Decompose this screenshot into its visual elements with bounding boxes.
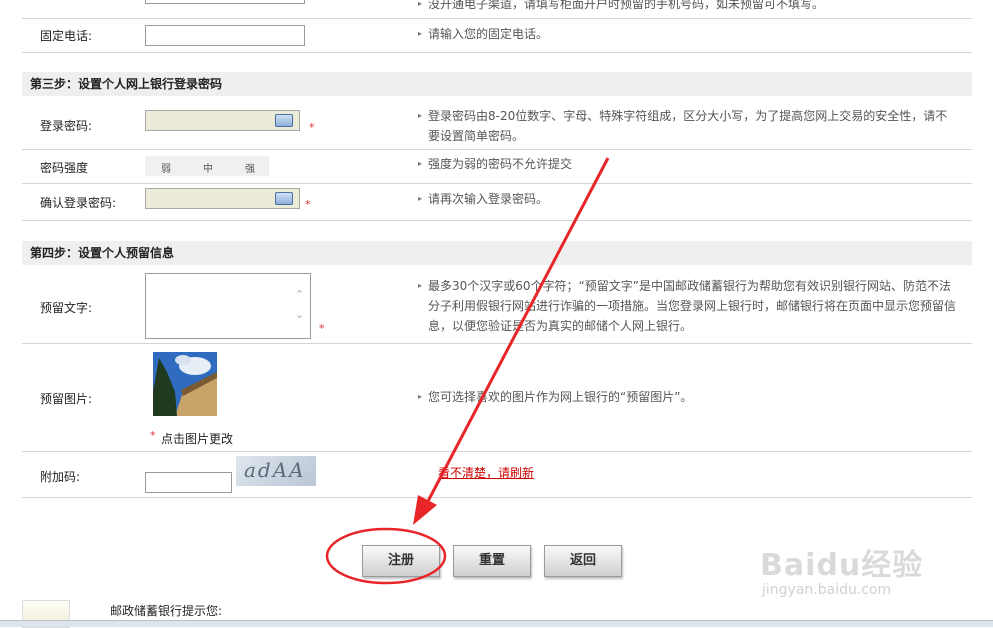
annotation-arrow-line	[424, 157, 610, 506]
annotation-circle	[325, 527, 447, 585]
annotation-overlay	[325, 157, 610, 585]
annotation-arrow-head	[413, 495, 437, 525]
watermark-url: jingyan.baidu.com	[762, 582, 892, 598]
notice-title: 邮政储蓄银行提示您:	[110, 604, 223, 618]
baidu-watermark: Baidu经验	[760, 548, 924, 583]
